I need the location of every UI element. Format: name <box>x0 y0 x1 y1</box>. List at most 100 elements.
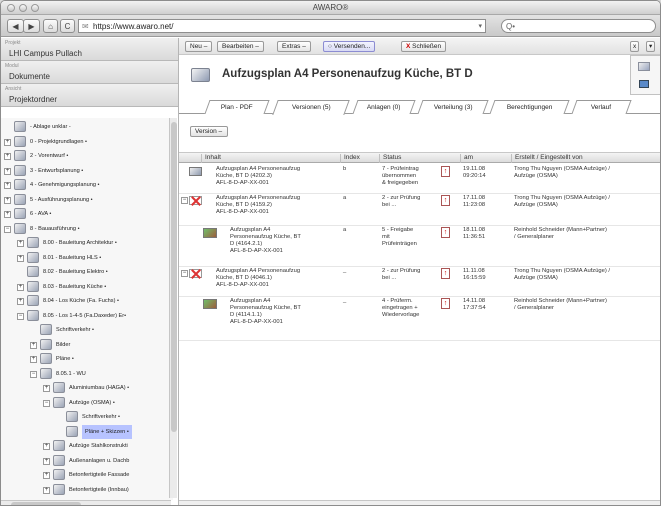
tab-label: Plan - PDF <box>220 104 253 111</box>
date-line: 11:36:51 <box>463 234 486 240</box>
scroll-thumb[interactable] <box>11 502 81 505</box>
preview-icon[interactable] <box>639 80 649 88</box>
tree-item-label: 3 - Entwurfsplanung • <box>30 167 84 174</box>
tab-versionen[interactable]: Versionen (5) <box>272 100 350 115</box>
folder-icon <box>14 150 26 161</box>
pdf-icon[interactable]: ↑ <box>441 298 450 309</box>
collapse-toggle-icon[interactable]: − <box>181 197 188 204</box>
expand-toggle-icon[interactable]: + <box>43 457 50 465</box>
expand-toggle-icon[interactable]: − <box>17 312 24 320</box>
pdf-icon[interactable]: ↑ <box>441 268 450 279</box>
expand-toggle-icon[interactable]: + <box>17 254 24 262</box>
expand-toggle-icon[interactable]: + <box>4 138 11 146</box>
close-button[interactable]: X Schließen <box>401 41 447 52</box>
expand-toggle-icon[interactable]: + <box>43 443 50 450</box>
content-cell: Aufzugsplan A4 Personenaufzug Küche, BT D… <box>216 166 336 187</box>
forward-button[interactable]: ▶ <box>23 19 40 33</box>
pdf-icon[interactable]: ↑ <box>441 195 450 206</box>
pdf-icon[interactable]: ↑ <box>441 166 450 177</box>
expand-toggle-icon[interactable]: + <box>17 298 24 305</box>
expand-toggle-icon[interactable]: + <box>43 486 50 494</box>
send-button[interactable]: ○ Versenden... <box>323 41 376 52</box>
pdf-icon[interactable]: ↑ <box>441 227 450 238</box>
tree-item-label: 0 - Projektgrundlagen • <box>30 138 87 145</box>
date-line: 09:20:14 <box>463 173 486 179</box>
status-cell: 2 - zur Prüfung bei ... <box>382 195 420 209</box>
column-header[interactable]: Status <box>379 154 401 163</box>
expand-toggle-icon[interactable]: + <box>4 167 11 175</box>
expand-toggle-icon[interactable]: + <box>4 182 11 189</box>
date-line: 17.11.08 <box>463 195 486 201</box>
expand-toggle-icon[interactable]: − <box>43 399 50 407</box>
search-input[interactable]: Q• <box>501 19 656 33</box>
address-bar[interactable]: ✉ https://www.awaro.net/ ▾ <box>78 19 486 33</box>
folder-icon <box>40 367 52 379</box>
module-selector[interactable]: Modul Dokumente <box>1 61 178 84</box>
tree-item-label: Aufzüge (OSMA) • <box>69 399 115 406</box>
status-line: 5 - Freigabe <box>382 227 414 233</box>
home-button[interactable]: ⌂ <box>43 19 58 33</box>
tree-horizontal-scrollbar[interactable] <box>1 500 171 505</box>
tab-verteilung[interactable]: Verteilung (3) <box>417 100 489 114</box>
content-cell: Aufzugsplan A4 Personenaufzug Küche, BT D … <box>230 227 350 255</box>
column-header[interactable]: Index <box>340 154 360 163</box>
thumbnail-icon[interactable] <box>638 62 650 71</box>
scroll-thumb[interactable] <box>171 122 177 432</box>
table-row[interactable]: − Aufzugsplan A4 Personenaufzug Küche, BT … <box>179 267 660 297</box>
table-row[interactable]: Aufzugsplan A4 Personenaufzug Küche, BT D … <box>179 226 660 267</box>
view-selector[interactable]: Ansicht Projektordner <box>1 84 178 107</box>
author-cell: Trong Thu Nguyen (OSMA Aufzüge) / Aufzüge… <box>514 195 610 209</box>
expand-toggle-icon[interactable]: + <box>4 211 11 218</box>
folder-icon <box>40 324 52 335</box>
back-button[interactable]: ◀ <box>7 19 24 33</box>
tab-label: Verlauf <box>591 104 612 111</box>
sidebar: Projekt LHI Campus Pullach Modul Dokumen… <box>1 38 179 505</box>
tree-item-label: Außenanlagen u. Dachb <box>69 457 130 464</box>
project-selector[interactable]: Projekt LHI Campus Pullach <box>1 38 178 61</box>
expand-toggle-icon[interactable]: − <box>4 225 11 233</box>
date-line: 16:15:59 <box>463 275 486 281</box>
expand-toggle-icon[interactable]: + <box>30 341 37 349</box>
expand-toggle-icon[interactable]: + <box>17 240 24 247</box>
folder-icon <box>27 266 39 277</box>
table-row[interactable]: − Aufzugsplan A4 Personenaufzug Küche, BT … <box>179 194 660 226</box>
checked-plan-icon <box>203 299 217 309</box>
folder-icon <box>66 425 78 437</box>
content-line: Personenaufzug Küche, BT <box>230 234 301 240</box>
column-header[interactable]: am <box>460 154 473 163</box>
tab-verlauf[interactable]: Verlauf <box>571 100 632 114</box>
tree-item-label: Pläne + Skizzen • <box>82 424 132 439</box>
expand-toggle-icon[interactable]: + <box>4 153 11 160</box>
version-button[interactable]: Version – <box>190 126 228 137</box>
table-row[interactable]: Aufzugsplan A4 Personenaufzug Küche, BT D… <box>179 165 660 194</box>
panel-menu-button[interactable]: ▾ <box>646 41 656 52</box>
folder-tree: - Ablage unklar - +0 - Projektgrundlagen … <box>1 118 173 500</box>
tab-plan-pdf[interactable]: Plan - PDF <box>204 100 270 114</box>
extras-button[interactable]: Extras – <box>277 41 311 52</box>
tab-berechtigungen[interactable]: Berechtigungen <box>489 100 570 114</box>
expand-toggle-icon[interactable]: + <box>30 356 37 363</box>
tree-vertical-scrollbar[interactable] <box>169 118 177 498</box>
collapse-toggle-icon[interactable]: − <box>181 270 188 277</box>
content-line: D (4164.2.1) <box>230 241 263 247</box>
reload-button[interactable]: C <box>60 19 75 33</box>
secure-icon: ✉ <box>82 22 89 31</box>
expand-toggle-icon[interactable]: + <box>43 472 50 479</box>
checked-plan-icon <box>203 228 217 238</box>
edit-button[interactable]: Bearbeiten – <box>217 41 264 52</box>
expand-toggle-icon[interactable]: + <box>17 283 24 291</box>
tree-item-label: 2 - Vorentwurf • <box>30 153 69 159</box>
close-panel-button[interactable]: x <box>630 41 640 52</box>
expand-toggle-icon[interactable]: − <box>30 370 37 378</box>
new-button[interactable]: Neu – <box>185 41 213 52</box>
column-header[interactable]: Erstellt / Eingestellt von <box>511 154 583 163</box>
document-toolbar: Neu – Bearbeiten – Extras – ○ Versenden.… <box>179 38 660 55</box>
tab-anlagen[interactable]: Anlagen (0) <box>352 100 416 114</box>
expand-toggle-icon[interactable]: + <box>4 196 11 204</box>
table-row[interactable]: Aufzugsplan A4 Personenaufzug Küche, BT D … <box>179 297 660 341</box>
expand-toggle-icon[interactable]: + <box>43 385 50 392</box>
chevron-down-icon[interactable]: ▾ <box>478 20 482 33</box>
column-header[interactable]: Inhalt <box>201 154 221 163</box>
content-line: Aufzugsplan A4 Personenaufzug <box>216 268 301 274</box>
author-cell: Reinhold Schneider (Mann+Partner) / Gener… <box>514 227 607 241</box>
